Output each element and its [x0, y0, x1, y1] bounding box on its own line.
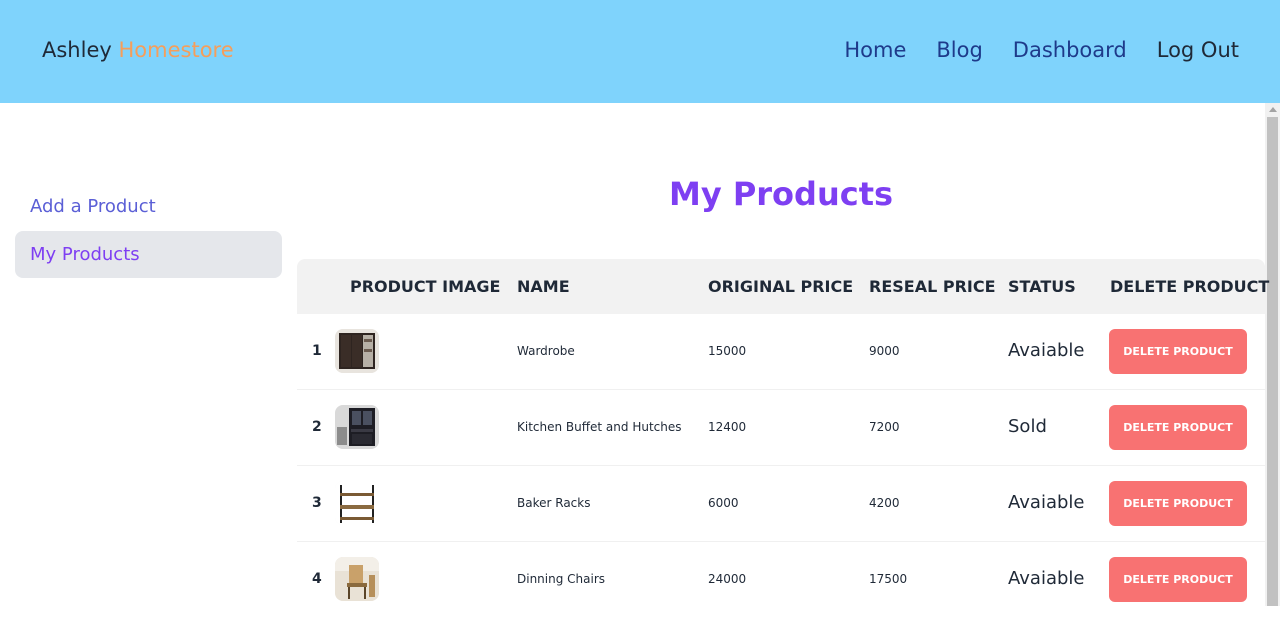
nav-home-link[interactable]: Home [844, 38, 906, 62]
nav-links: Home Blog Dashboard Log Out [844, 38, 1239, 62]
brand-logo[interactable]: Ashley Homestore [42, 38, 234, 62]
wardrobe-image [335, 329, 379, 373]
table-row: 3 Baker Racks 6000 4200 Avaiable Delete … [297, 466, 1265, 542]
header-product-image: PRODUCT IMAGE [350, 277, 501, 296]
page-scrollbar[interactable] [1265, 103, 1280, 606]
row-index: 4 [312, 571, 322, 587]
nav-dashboard-link[interactable]: Dashboard [1013, 38, 1127, 62]
header-delete-product: DELETE PRODUCT [1110, 277, 1270, 296]
table-row: 1 Wardrobe 15000 9000 Avaiable Delete Pr… [297, 314, 1265, 390]
delete-product-button[interactable]: Delete Product [1109, 557, 1247, 602]
delete-product-button[interactable]: Delete Product [1109, 405, 1247, 450]
header-original-price: ORIGINAL PRICE [708, 277, 854, 296]
dining-chair-image [335, 557, 379, 601]
original-price: 15000 [708, 344, 747, 358]
sidebar: Add a Product My Products [15, 183, 282, 279]
delete-product-button[interactable]: Delete Product [1109, 329, 1247, 374]
table-body: 1 Wardrobe 15000 9000 Avaiable Delete Pr… [297, 314, 1265, 617]
status-text: Avaiable [1008, 340, 1085, 361]
scrollbar-thumb[interactable] [1267, 117, 1278, 606]
table-header: PRODUCT IMAGE NAME ORIGINAL PRICE RESEAL… [297, 259, 1269, 314]
resale-price: 9000 [869, 344, 900, 358]
row-index: 3 [312, 495, 322, 511]
table-row: 2 Kitchen Buffet and Hutches 12400 7200 … [297, 390, 1265, 466]
row-index: 2 [312, 419, 322, 435]
status-text: Avaiable [1008, 492, 1085, 513]
sidebar-item-add-product[interactable]: Add a Product [15, 183, 282, 230]
resale-price: 17500 [869, 572, 908, 586]
navbar: Ashley Homestore Home Blog Dashboard Log… [0, 0, 1280, 103]
brand-name-second: Homestore [118, 38, 234, 62]
header-resale-price: RESEAL PRICE [869, 277, 996, 296]
products-table: PRODUCT IMAGE NAME ORIGINAL PRICE RESEAL… [297, 259, 1269, 617]
header-name: NAME [517, 277, 570, 296]
product-name: Kitchen Buffet and Hutches [517, 420, 682, 434]
kitchen-hutch-image [335, 405, 379, 449]
scroll-up-arrow-icon[interactable] [1269, 107, 1277, 112]
baker-rack-image [335, 481, 379, 525]
row-index: 1 [312, 343, 322, 359]
product-name: Dinning Chairs [517, 572, 606, 586]
resale-price: 4200 [869, 496, 900, 510]
status-text: Sold [1008, 416, 1047, 437]
product-name: Baker Racks [517, 496, 591, 510]
status-text: Avaiable [1008, 568, 1085, 589]
resale-price: 7200 [869, 420, 900, 434]
product-name: Wardrobe [517, 344, 575, 358]
delete-product-button[interactable]: Delete Product [1109, 481, 1247, 526]
original-price: 6000 [708, 496, 739, 510]
header-status: STATUS [1008, 277, 1076, 296]
original-price: 24000 [708, 572, 747, 586]
brand-name-first: Ashley [42, 38, 112, 62]
page-title: My Products [668, 175, 894, 213]
logout-link[interactable]: Log Out [1157, 38, 1239, 62]
nav-blog-link[interactable]: Blog [936, 38, 982, 62]
original-price: 12400 [708, 420, 747, 434]
sidebar-item-my-products[interactable]: My Products [15, 231, 282, 278]
